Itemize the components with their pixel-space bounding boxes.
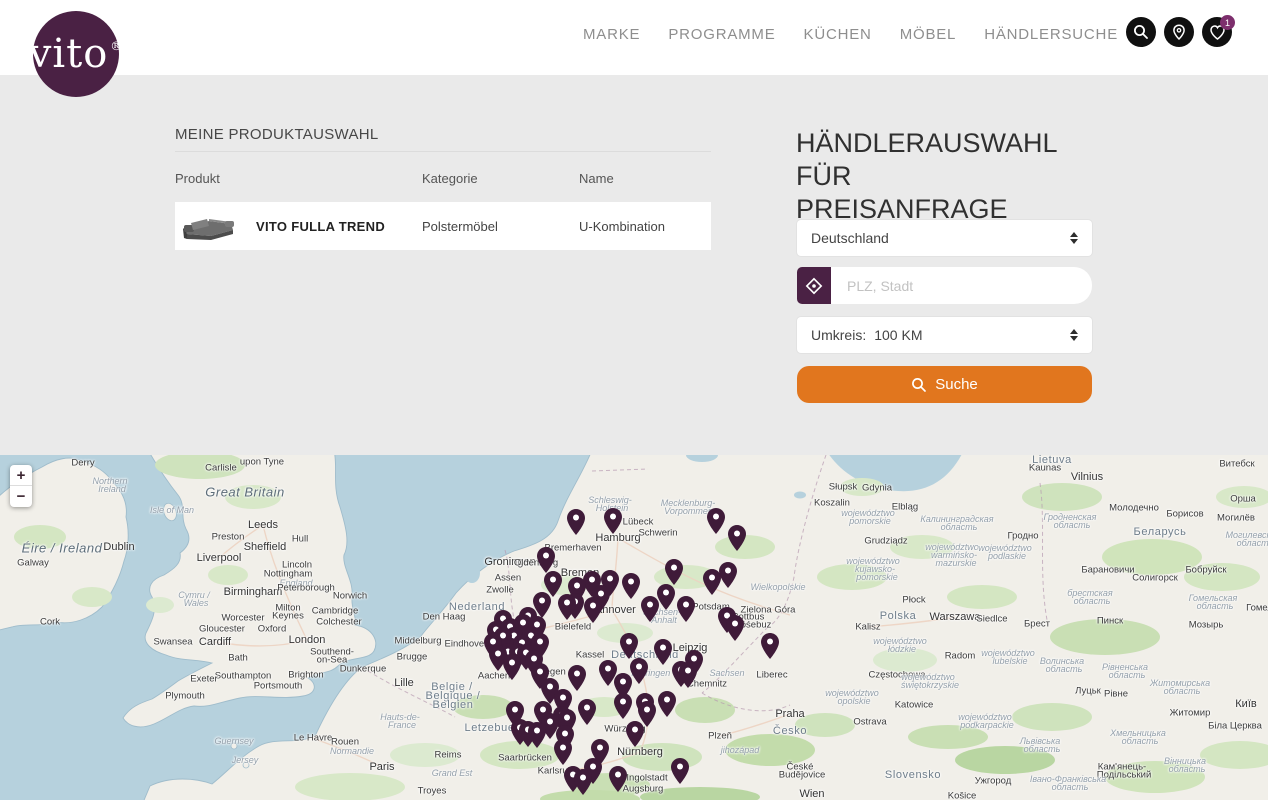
search-icon [1132,23,1150,41]
column-header-produkt: Produkt [175,171,220,186]
plz-input-group [797,267,1092,304]
favorites-button[interactable]: 1 [1202,17,1232,47]
nav-item-kchen[interactable]: KÜCHEN [804,26,872,43]
map-pin[interactable] [676,595,696,623]
header-icons: 1 [1126,17,1232,47]
map-zoom-out-button[interactable]: − [10,486,32,507]
map-pin[interactable] [678,661,698,689]
column-header-name: Name [579,171,614,186]
map-pin[interactable] [527,721,547,749]
map-pin[interactable] [640,595,660,623]
map-pin[interactable] [566,508,586,536]
favorites-count-badge: 1 [1220,15,1235,30]
product-row[interactable]: VITO FULLA TREND Polstermöbel U-Kombinat… [175,202,711,250]
map-pin[interactable] [619,632,639,660]
map-pin[interactable] [603,507,623,535]
map-pins-layer [0,455,1268,800]
map-pin[interactable] [670,757,690,785]
map-pin[interactable] [502,653,522,681]
nav-item-marke[interactable]: MARKE [583,26,640,43]
logo-text: vito [29,31,109,77]
main-nav: MARKE PROGRAMME KÜCHEN MÖBEL HÄNDLERSUCHE [583,0,1118,68]
logo-registered-mark: ® [110,39,123,53]
search-submit-button[interactable]: Suche [797,366,1092,403]
dealer-map[interactable]: upon TyneCarlisleGreat BritainNorthernIr… [0,455,1268,800]
country-select[interactable]: Deutschland [797,220,1092,256]
map-pin[interactable] [725,614,745,642]
radius-label: Umkreis: [811,327,866,343]
dealer-locator-button[interactable] [1164,17,1194,47]
map-pin[interactable] [706,507,726,535]
search-button[interactable] [1126,17,1156,47]
map-pin[interactable] [727,524,747,552]
search-button-label: Suche [935,376,978,393]
dealer-search-title-line1: HÄNDLERAUSWAHL FÜR [796,127,1096,193]
crosshair-icon [805,277,823,295]
nav-item-mbel[interactable]: MÖBEL [900,26,957,43]
column-header-kategorie: Kategorie [422,171,478,186]
product-name: VITO FULLA TREND [256,219,385,234]
map-pin[interactable] [702,568,722,596]
country-select-value: Deutschland [811,230,889,246]
map-pin[interactable] [760,632,780,660]
radius-select[interactable]: Umkreis: 100 KM [797,317,1092,353]
plz-city-input[interactable] [831,267,1092,304]
map-zoom-control: + − [10,465,32,507]
map-pin[interactable] [608,765,628,793]
map-zoom-in-button[interactable]: + [10,465,32,486]
product-category: Polstermöbel [422,219,498,234]
map-pin[interactable] [621,572,641,600]
select-arrows-icon [1070,329,1078,341]
select-arrows-icon [1070,232,1078,244]
search-icon [911,377,927,393]
product-variant-name: U-Kombination [579,219,665,234]
map-pin[interactable] [553,738,573,766]
map-pin[interactable] [625,720,645,748]
vito-logo[interactable]: vito® [33,11,119,97]
map-pin[interactable] [653,638,673,666]
radius-value: 100 KM [874,327,922,343]
nav-item-hndlersuche[interactable]: HÄNDLERSUCHE [984,26,1118,43]
map-pin[interactable] [557,593,577,621]
map-pin[interactable] [657,690,677,718]
divider [175,151,711,152]
product-thumbnail-sofa [181,207,243,245]
map-pin[interactable] [613,692,633,720]
map-pin[interactable] [573,768,593,796]
map-pin[interactable] [664,558,684,586]
dealer-search-title: HÄNDLERAUSWAHL FÜR PREISANFRAGE [796,127,1096,226]
map-pin[interactable] [577,698,597,726]
location-pin-icon [1170,23,1188,41]
nav-item-programme[interactable]: PROGRAMME [668,26,775,43]
geolocate-button[interactable] [797,267,831,304]
map-pin[interactable] [583,596,603,624]
product-selection-title: MEINE PRODUKTAUSWAHL [175,126,379,143]
